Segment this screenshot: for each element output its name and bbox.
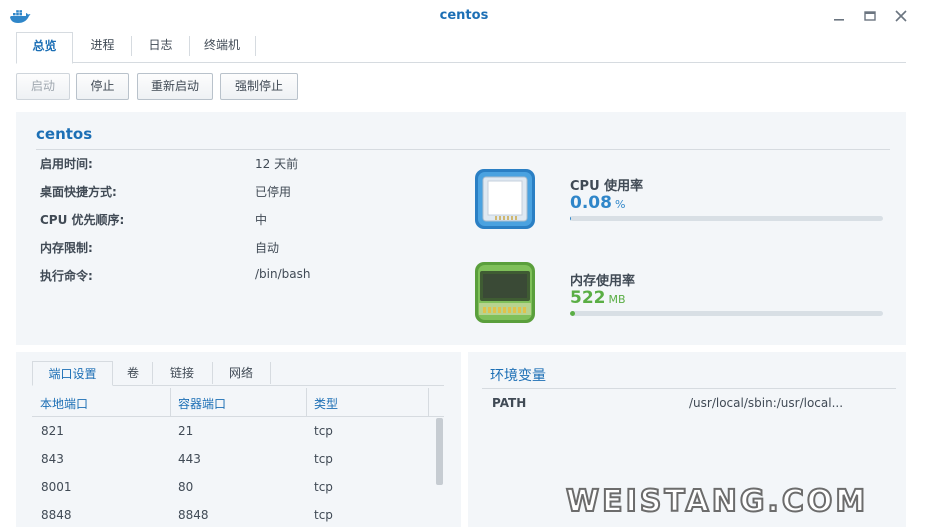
port-subtabs: 端口设置 卷 链接 网络 — [32, 356, 444, 386]
shortcut-label: 桌面快捷方式: — [40, 185, 117, 199]
tab-terminal[interactable]: 终端机 — [190, 32, 254, 62]
window-title: centos — [439, 8, 489, 23]
tab-links[interactable]: 链接 — [153, 361, 211, 386]
watermark: WEISTANG.COM — [565, 483, 869, 520]
divider — [36, 149, 890, 150]
container-port-cell: 443 — [178, 452, 201, 466]
column-divider[interactable] — [428, 388, 429, 417]
memory-icon — [475, 262, 535, 323]
cpu-icon — [475, 169, 535, 229]
ports-panel: 端口设置 卷 链接 网络 本地端口 容器端口 类型 821 21 tcp 843… — [16, 352, 461, 527]
local-port-cell: 8848 — [41, 508, 72, 522]
command-value: /bin/bash — [255, 267, 311, 281]
container-port-cell: 21 — [178, 424, 194, 438]
cpu-value-number: 0.08 — [570, 193, 612, 213]
local-port-cell: 8001 — [41, 480, 72, 494]
container-name: centos — [36, 125, 93, 143]
cpu-usage-bar — [570, 216, 883, 221]
tab-network[interactable]: 网络 — [213, 361, 269, 386]
env-key: PATH — [492, 396, 527, 410]
local-port-cell: 843 — [41, 452, 64, 466]
uptime-value: 12 天前 — [255, 157, 299, 171]
tab-port-settings[interactable]: 端口设置 — [32, 361, 113, 386]
col-container-port[interactable]: 容器端口 — [178, 395, 226, 412]
container-port-cell: 8848 — [178, 508, 209, 522]
cpu-priority-value: 中 — [255, 213, 268, 227]
command-label: 执行命令: — [40, 269, 93, 283]
col-type[interactable]: 类型 — [314, 395, 338, 412]
tab-logs[interactable]: 日志 — [132, 32, 189, 62]
overview-panel: centos 启用时间: 12 天前 桌面快捷方式: 已停用 CPU 优先顺序:… — [16, 112, 906, 345]
memory-value-number: 522 — [570, 288, 606, 308]
column-divider[interactable] — [170, 388, 171, 417]
container-port-cell: 80 — [178, 480, 194, 494]
ports-table-header: 本地端口 容器端口 类型 — [32, 388, 444, 417]
start-button[interactable]: 启动 — [16, 73, 70, 100]
stop-button[interactable]: 停止 — [76, 73, 129, 100]
tab-volumes[interactable]: 卷 — [114, 361, 152, 386]
shortcut-value: 已停用 — [255, 185, 292, 199]
memory-value-unit: MB — [608, 293, 626, 306]
close-icon[interactable] — [893, 8, 909, 24]
restart-button[interactable]: 重新启动 — [137, 73, 213, 100]
tab-divider — [255, 36, 256, 56]
memory-limit-value: 自动 — [255, 241, 280, 255]
title-bar: centos — [0, 0, 928, 32]
ports-scrollbar[interactable] — [436, 418, 443, 485]
cpu-usage-title: CPU 使用率 — [570, 179, 644, 194]
tab-processes[interactable]: 进程 — [74, 32, 131, 62]
table-row[interactable]: 8848 8848 tcp — [32, 501, 444, 527]
env-value: /usr/local/sbin:/usr/local... — [689, 396, 844, 410]
type-cell: tcp — [314, 508, 333, 522]
table-row[interactable]: 843 443 tcp — [32, 445, 444, 473]
memory-usage-bar — [570, 311, 883, 316]
table-row[interactable]: 821 21 tcp — [32, 417, 444, 445]
cpu-value-unit: % — [614, 198, 626, 211]
minimize-icon[interactable] — [831, 8, 847, 24]
local-port-cell: 821 — [41, 424, 64, 438]
main-tabs: 总览 进程 日志 终端机 — [16, 32, 906, 64]
tab-divider — [270, 362, 271, 384]
column-divider[interactable] — [306, 388, 307, 417]
memory-limit-label: 内存限制: — [40, 241, 93, 255]
force-stop-button[interactable]: 强制停止 — [220, 73, 298, 100]
maximize-icon[interactable] — [862, 8, 878, 24]
uptime-label: 启用时间: — [40, 157, 93, 171]
divider — [482, 388, 896, 389]
memory-usage-title: 内存使用率 — [570, 274, 636, 289]
memory-usage-value: 522 MB — [570, 288, 626, 308]
type-cell: tcp — [314, 452, 333, 466]
cpu-usage-value: 0.08% — [570, 193, 625, 213]
env-title: 环境变量 — [490, 368, 546, 384]
cpu-priority-label: CPU 优先顺序: — [40, 213, 125, 227]
col-local-port[interactable]: 本地端口 — [40, 395, 88, 412]
tab-overview[interactable]: 总览 — [16, 32, 73, 64]
table-row[interactable]: 8001 80 tcp — [32, 473, 444, 501]
memory-usage-bar-fill — [570, 311, 575, 316]
type-cell: tcp — [314, 480, 333, 494]
type-cell: tcp — [314, 424, 333, 438]
